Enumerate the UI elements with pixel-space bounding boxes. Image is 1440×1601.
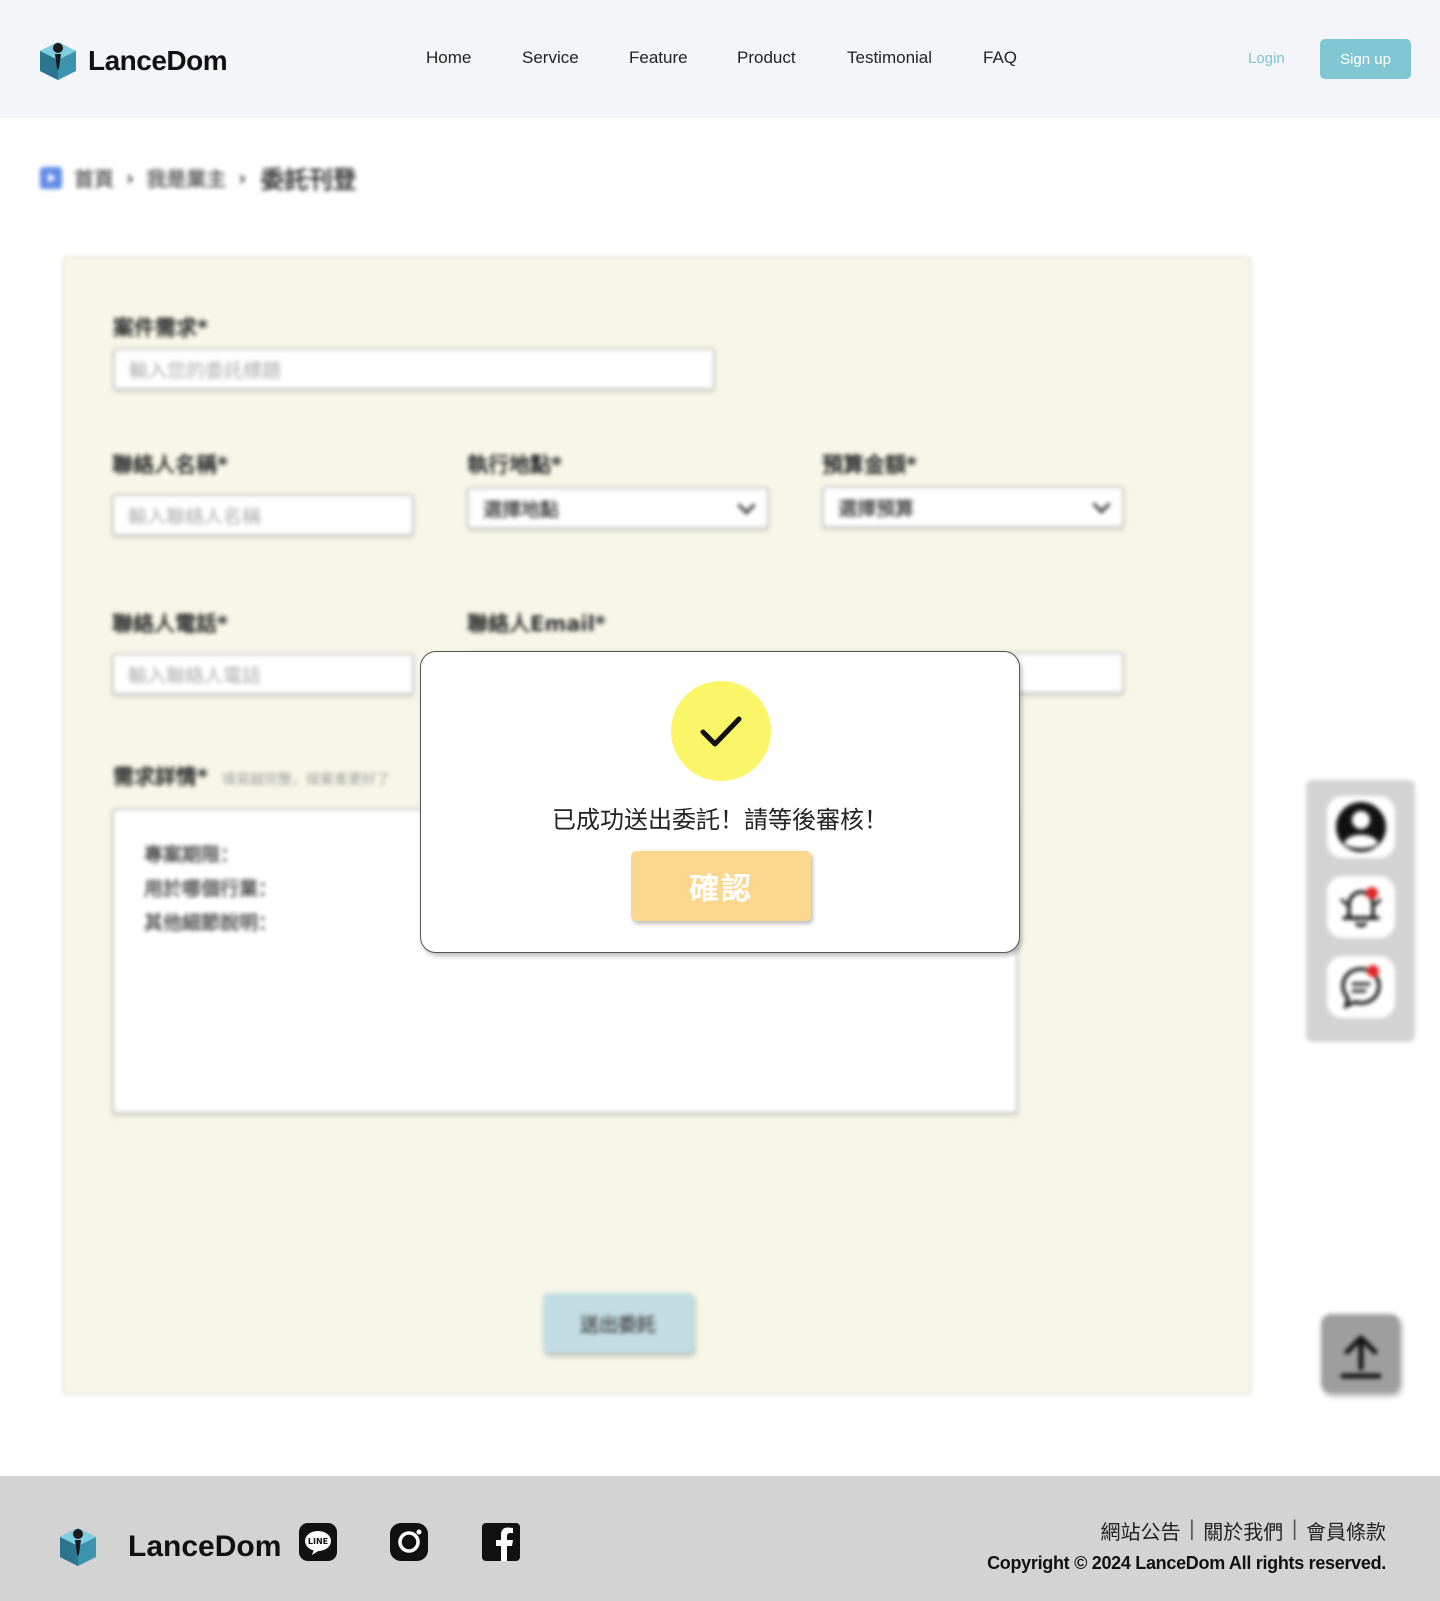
nav-home[interactable]: Home xyxy=(426,48,471,68)
confirm-button[interactable]: 確認 xyxy=(631,851,811,921)
breadcrumb-current: 委託刊登 xyxy=(260,166,357,194)
phone-input[interactable]: 輸入聯絡人電話 xyxy=(112,653,414,695)
chat-icon xyxy=(1341,965,1381,1010)
nav-faq[interactable]: FAQ xyxy=(983,48,1017,68)
brand-logo[interactable]: LanceDom xyxy=(36,38,228,84)
play-icon xyxy=(40,166,62,189)
budget-label: 預算金額* xyxy=(822,453,917,477)
side-panel xyxy=(1306,780,1415,1042)
detail-label-text: 需求詳情* xyxy=(113,765,208,789)
instagram-icon[interactable] xyxy=(389,1522,429,1562)
chevron-down-icon xyxy=(737,496,756,515)
footer-link-terms[interactable]: 會員條款 xyxy=(1306,1516,1386,1545)
breadcrumb: 首頁 › 我是業主 › 委託刊登 xyxy=(40,160,357,195)
copyright: Copyright © 2024 LanceDom All rights res… xyxy=(987,1553,1386,1573)
success-modal: 已成功送出委託！請等後審核！ 確認 xyxy=(420,651,1020,953)
chat-button[interactable] xyxy=(1327,956,1395,1018)
site-footer: LanceDom LINE 網站公告 | 關於我們 | 會員條款 Copyrig… xyxy=(0,1476,1440,1601)
footer-logo[interactable]: LanceDom xyxy=(56,1524,281,1570)
breadcrumb-owner[interactable]: 我是業主 xyxy=(146,163,226,192)
arrow-up-icon xyxy=(1340,1335,1381,1378)
nav-service[interactable]: Service xyxy=(522,48,579,68)
breadcrumb-home[interactable]: 首頁 xyxy=(74,163,114,192)
location-value: 選擇地點 xyxy=(483,498,560,521)
budget-value: 選擇預算 xyxy=(838,497,915,520)
logo-icon xyxy=(60,1528,96,1566)
chevron-right-icon: › xyxy=(238,165,247,190)
nav-feature[interactable]: Feature xyxy=(629,48,688,68)
notification-bell-icon xyxy=(1340,887,1382,928)
line-icon[interactable]: LINE xyxy=(298,1522,338,1562)
login-link[interactable]: Login xyxy=(1248,50,1285,67)
footer-links: 網站公告 | 關於我們 | 會員條款 xyxy=(1101,1516,1387,1545)
signup-button[interactable]: Sign up xyxy=(1320,39,1411,79)
profile-button[interactable] xyxy=(1327,796,1395,858)
submit-button[interactable]: 送出委託 xyxy=(543,1293,693,1353)
case-input[interactable]: 輸入您的委託標題 xyxy=(113,348,715,390)
user-icon xyxy=(1336,802,1386,852)
detail-line: 專案期限： xyxy=(144,844,240,866)
case-label: 案件需求* xyxy=(113,316,208,340)
detail-line: 其他細節說明： xyxy=(144,912,278,934)
divider: | xyxy=(1188,1516,1196,1540)
detail-line: 用於哪個行業： xyxy=(144,878,278,900)
footer-link-about[interactable]: 關於我們 xyxy=(1203,1516,1283,1545)
brand-name: LanceDom xyxy=(88,45,228,76)
location-select[interactable]: 選擇地點 xyxy=(467,487,769,529)
email-label: 聯絡人Email* xyxy=(467,612,606,636)
footer-brand-name: LanceDom xyxy=(128,1530,282,1563)
chevron-right-icon: › xyxy=(126,165,135,190)
nav-testimonial[interactable]: Testimonial xyxy=(847,48,932,68)
success-badge xyxy=(671,681,771,781)
detail-hint: 填寫越完整，接案者更好了 xyxy=(221,772,390,788)
facebook-icon[interactable] xyxy=(481,1522,521,1562)
footer-link-announcement[interactable]: 網站公告 xyxy=(1101,1516,1181,1545)
check-icon xyxy=(700,716,742,747)
location-label: 執行地點* xyxy=(467,453,562,477)
chevron-down-icon xyxy=(1092,495,1111,514)
divider: | xyxy=(1291,1516,1298,1540)
contact-name-input[interactable]: 輸入聯絡人名稱 xyxy=(112,494,414,536)
modal-message: 已成功送出委託！請等後審核！ xyxy=(552,806,888,834)
nav-product[interactable]: Product xyxy=(737,48,796,68)
notification-button[interactable] xyxy=(1327,876,1395,938)
contact-name-label: 聯絡人名稱* xyxy=(112,453,228,477)
back-to-top-button[interactable] xyxy=(1321,1314,1400,1393)
phone-label: 聯絡人電話* xyxy=(112,612,228,636)
svg-text:LINE: LINE xyxy=(308,1537,328,1546)
site-header: LanceDom Home Service Feature Product Te… xyxy=(0,0,1440,118)
logo-icon xyxy=(40,42,76,80)
detail-label: 需求詳情* 填寫越完整，接案者更好了 xyxy=(113,761,390,791)
budget-select[interactable]: 選擇預算 xyxy=(822,486,1124,528)
